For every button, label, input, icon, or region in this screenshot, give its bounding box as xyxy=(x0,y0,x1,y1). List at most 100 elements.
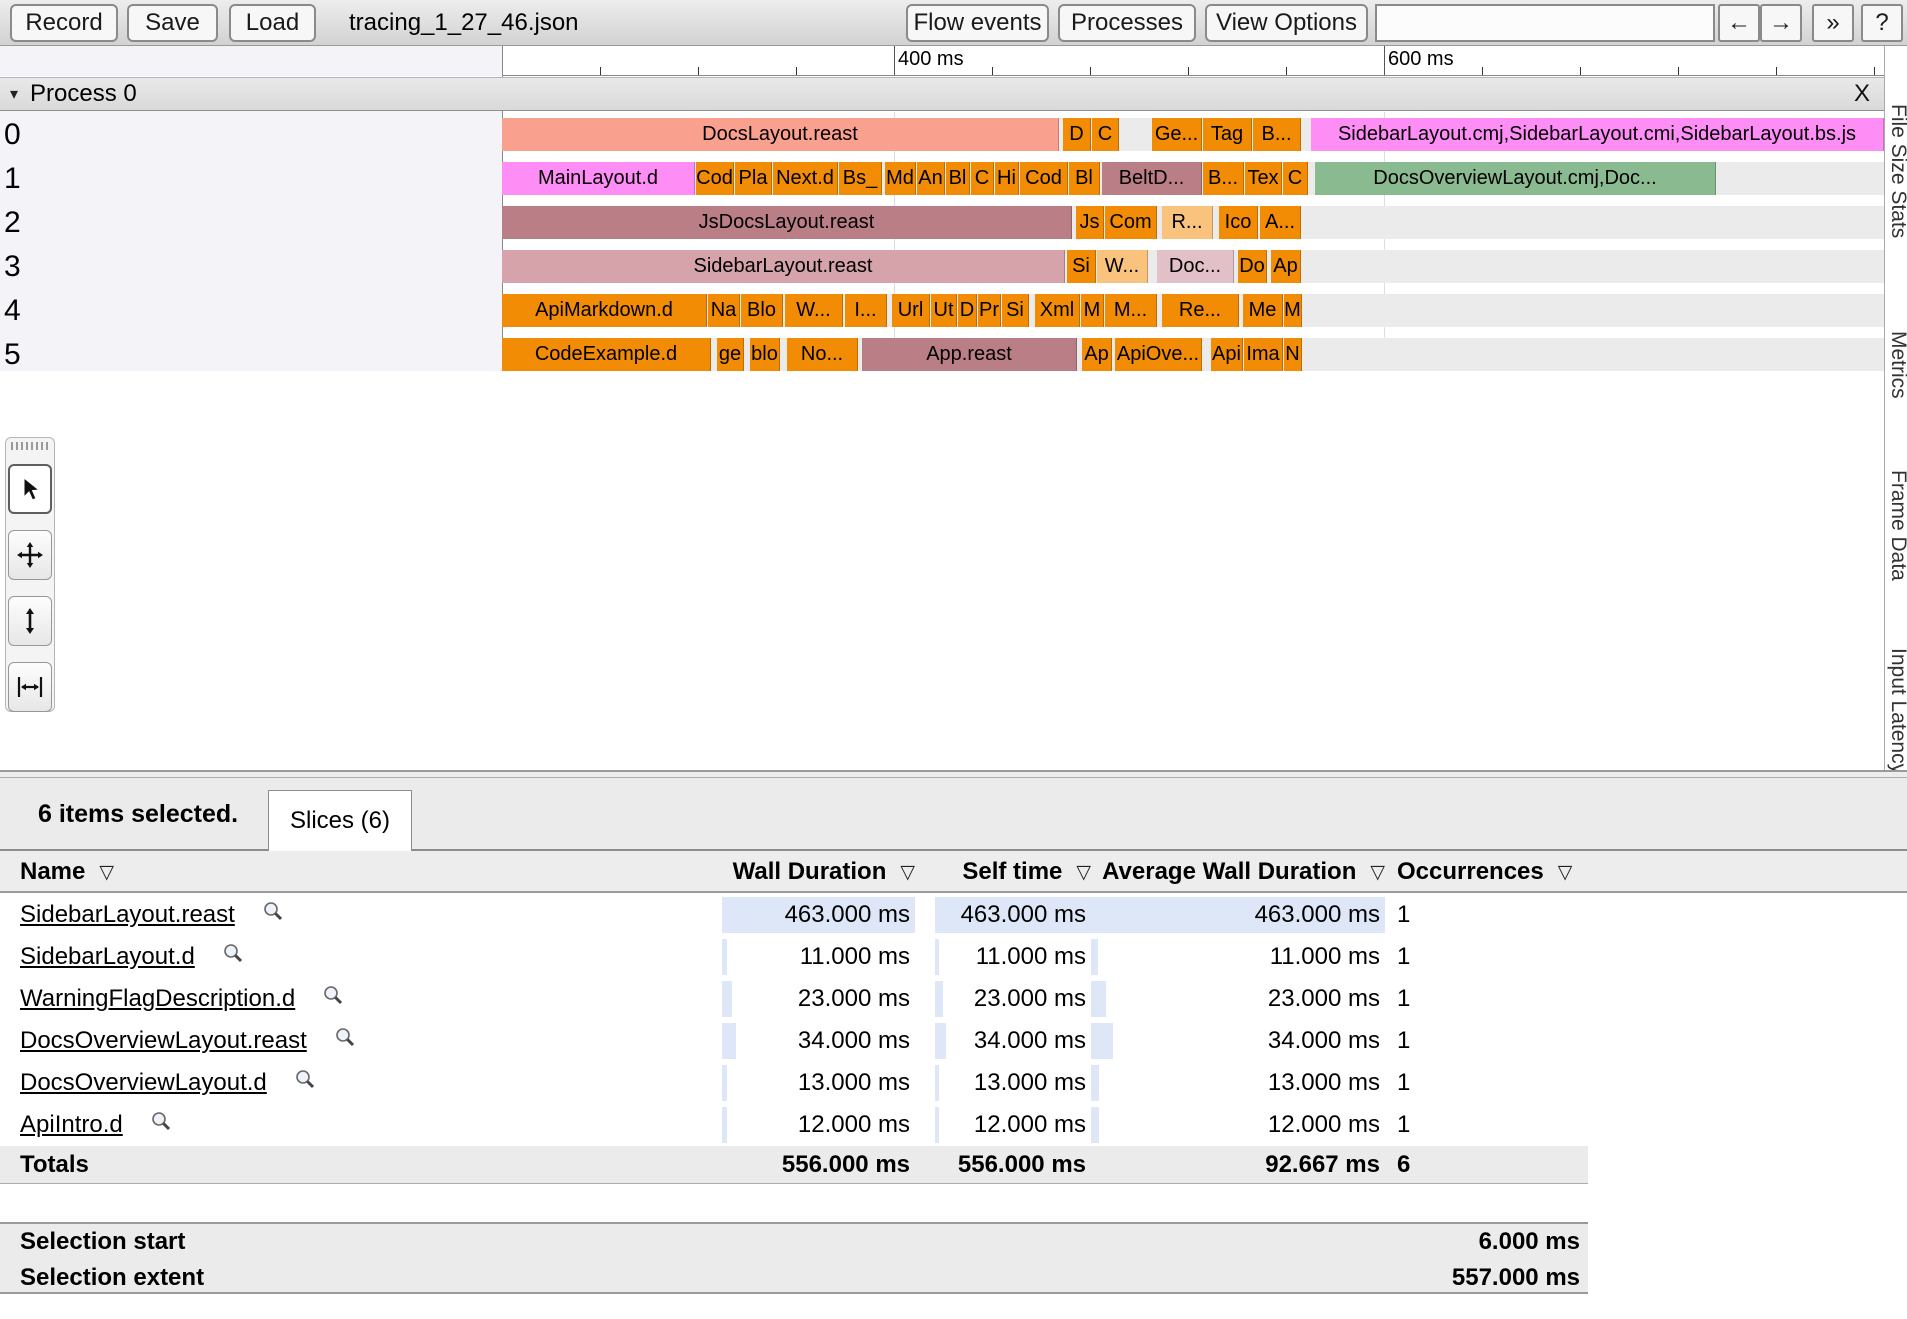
trace-slice[interactable]: ApiOve... xyxy=(1115,338,1202,371)
trace-slice[interactable]: ApiMarkdown.d xyxy=(502,294,707,327)
side-tab-file-size-stats[interactable]: File Size Stats xyxy=(1886,104,1907,238)
trace-slice[interactable]: B... xyxy=(1203,162,1244,195)
trace-slice[interactable]: Doc... xyxy=(1157,250,1234,283)
column-header-wall-duration[interactable]: Wall Duration ▽ xyxy=(722,851,915,893)
magnifier-icon[interactable] xyxy=(149,1110,173,1141)
trace-slice[interactable]: Ge... xyxy=(1152,118,1202,151)
trace-slice[interactable]: Cod xyxy=(1020,162,1068,195)
close-icon[interactable]: X xyxy=(1854,78,1870,110)
drag-grip-icon[interactable] xyxy=(11,442,49,450)
trace-slice[interactable]: BeltD... xyxy=(1102,162,1202,195)
trace-slice[interactable]: R... xyxy=(1162,206,1213,239)
trace-slice[interactable]: Hi xyxy=(995,162,1019,195)
trace-slice[interactable]: B... xyxy=(1253,118,1301,151)
trace-slice[interactable]: blo xyxy=(750,338,780,371)
trace-slice[interactable]: M... xyxy=(1105,294,1157,327)
trace-slice[interactable]: SidebarLayout.reast xyxy=(502,250,1065,283)
trace-slice[interactable]: ge xyxy=(717,338,744,371)
side-tab-metrics[interactable]: Metrics xyxy=(1886,331,1907,399)
magnifier-icon[interactable] xyxy=(333,1026,357,1057)
processes-button[interactable]: Processes xyxy=(1058,4,1196,42)
side-tab-input-latency[interactable]: Input Latency xyxy=(1886,648,1907,770)
trace-slice[interactable]: CodeExample.d xyxy=(502,338,711,371)
find-next-button[interactable]: → xyxy=(1760,4,1802,42)
trace-slice[interactable]: C xyxy=(971,162,994,195)
trace-slice[interactable]: An xyxy=(917,162,945,195)
slice-name-link[interactable]: DocsOverviewLayout.d xyxy=(20,1069,267,1097)
trace-slice[interactable]: Pr xyxy=(978,294,1001,327)
column-header-self-time[interactable]: Self time ▽ xyxy=(935,851,1091,893)
trace-slice[interactable]: A... xyxy=(1260,206,1301,239)
trace-slice[interactable]: Ico xyxy=(1219,206,1258,239)
trace-slice[interactable]: JsDocsLayout.reast xyxy=(502,206,1072,239)
save-button[interactable]: Save xyxy=(127,4,218,42)
trace-slice[interactable]: Url xyxy=(892,294,930,327)
trace-slice[interactable]: Tag xyxy=(1203,118,1252,151)
tab-slices[interactable]: Slices (6) xyxy=(268,790,412,851)
column-header-name[interactable]: Name ▽ xyxy=(20,851,114,893)
panel-splitter[interactable] xyxy=(0,770,1907,778)
side-tab-frame-data[interactable]: Frame Data xyxy=(1886,470,1907,581)
trace-slice[interactable]: Ap xyxy=(1082,338,1112,371)
column-header-average-wall-duration[interactable]: Average Wall Duration ▽ xyxy=(1091,851,1385,893)
trace-slice[interactable]: Pla xyxy=(735,162,772,195)
magnifier-icon[interactable] xyxy=(261,900,285,931)
column-header-occurrences[interactable]: Occurrences ▽ xyxy=(1397,851,1581,893)
more-options-button[interactable]: » xyxy=(1812,4,1854,42)
trace-slice[interactable]: C xyxy=(1092,118,1119,151)
slice-name-link[interactable]: DocsOverviewLayout.reast xyxy=(20,1027,307,1055)
pan-tool-button[interactable] xyxy=(8,530,52,580)
timing-tool-button[interactable] xyxy=(8,662,52,712)
trace-slice[interactable]: W... xyxy=(785,294,843,327)
trace-slice[interactable]: Me xyxy=(1243,294,1283,327)
slice-name-link[interactable]: WarningFlagDescription.d xyxy=(20,985,295,1013)
trace-slice[interactable]: Blo xyxy=(741,294,783,327)
trace-slice[interactable]: MainLayout.d xyxy=(502,162,695,195)
trace-slice[interactable]: N xyxy=(1284,338,1302,371)
trace-slice[interactable]: Bs_ xyxy=(839,162,882,195)
trace-slice[interactable]: Com xyxy=(1105,206,1157,239)
trace-slice[interactable]: M xyxy=(1284,294,1302,327)
flow-events-button[interactable]: Flow events xyxy=(906,4,1049,42)
collapse-arrow-icon[interactable]: ▾ xyxy=(10,84,18,104)
trace-slice[interactable]: D xyxy=(1063,118,1091,151)
trace-slice[interactable]: Ap xyxy=(1271,250,1301,283)
trace-slice[interactable]: No... xyxy=(787,338,858,371)
trace-slice[interactable]: Api xyxy=(1211,338,1243,371)
help-button[interactable]: ? xyxy=(1861,4,1903,42)
trace-slice[interactable]: Md xyxy=(885,162,916,195)
process-header[interactable]: ▾ Process 0 X xyxy=(0,77,1884,111)
trace-slice[interactable]: Si xyxy=(1002,294,1029,327)
magnifier-icon[interactable] xyxy=(293,1068,317,1099)
zoom-tool-button[interactable] xyxy=(8,596,52,646)
timeline-ruler[interactable]: 400 ms600 ms xyxy=(502,46,1884,76)
find-input[interactable] xyxy=(1375,4,1715,42)
trace-slice[interactable]: DocsLayout.reast xyxy=(502,118,1059,151)
trace-slice[interactable]: Next.d xyxy=(773,162,838,195)
trace-slice[interactable]: Ut xyxy=(931,294,957,327)
trace-slice[interactable]: DocsOverviewLayout.cmj,Doc... xyxy=(1315,162,1716,195)
trace-slice[interactable]: Cod xyxy=(696,162,734,195)
trace-slice[interactable]: Bl xyxy=(1069,162,1100,195)
load-button[interactable]: Load xyxy=(229,4,316,42)
record-button[interactable]: Record xyxy=(10,4,118,42)
slice-name-link[interactable]: SidebarLayout.d xyxy=(20,943,195,971)
trace-slice[interactable]: M xyxy=(1081,294,1104,327)
trace-slice[interactable]: Tex xyxy=(1245,162,1282,195)
trace-slice[interactable]: Na xyxy=(708,294,740,327)
trace-slice[interactable]: SidebarLayout.cmj,SidebarLayout.cmi,Side… xyxy=(1311,118,1884,151)
trace-slice[interactable]: W... xyxy=(1097,250,1148,283)
trace-slice[interactable]: Xml xyxy=(1035,294,1080,327)
slice-name-link[interactable]: ApiIntro.d xyxy=(20,1111,123,1139)
view-options-button[interactable]: View Options xyxy=(1205,4,1368,42)
magnifier-icon[interactable] xyxy=(221,942,245,973)
trace-slice[interactable]: Bl xyxy=(946,162,970,195)
trace-slice[interactable]: Js xyxy=(1076,206,1104,239)
trace-slice[interactable]: Do xyxy=(1238,250,1267,283)
selection-tool-button[interactable] xyxy=(8,464,52,514)
trace-slice[interactable]: I... xyxy=(845,294,887,327)
magnifier-icon[interactable] xyxy=(321,984,345,1015)
trace-slice[interactable]: Re... xyxy=(1162,294,1239,327)
trace-slice[interactable]: D xyxy=(958,294,977,327)
trace-slice[interactable]: C xyxy=(1283,162,1308,195)
